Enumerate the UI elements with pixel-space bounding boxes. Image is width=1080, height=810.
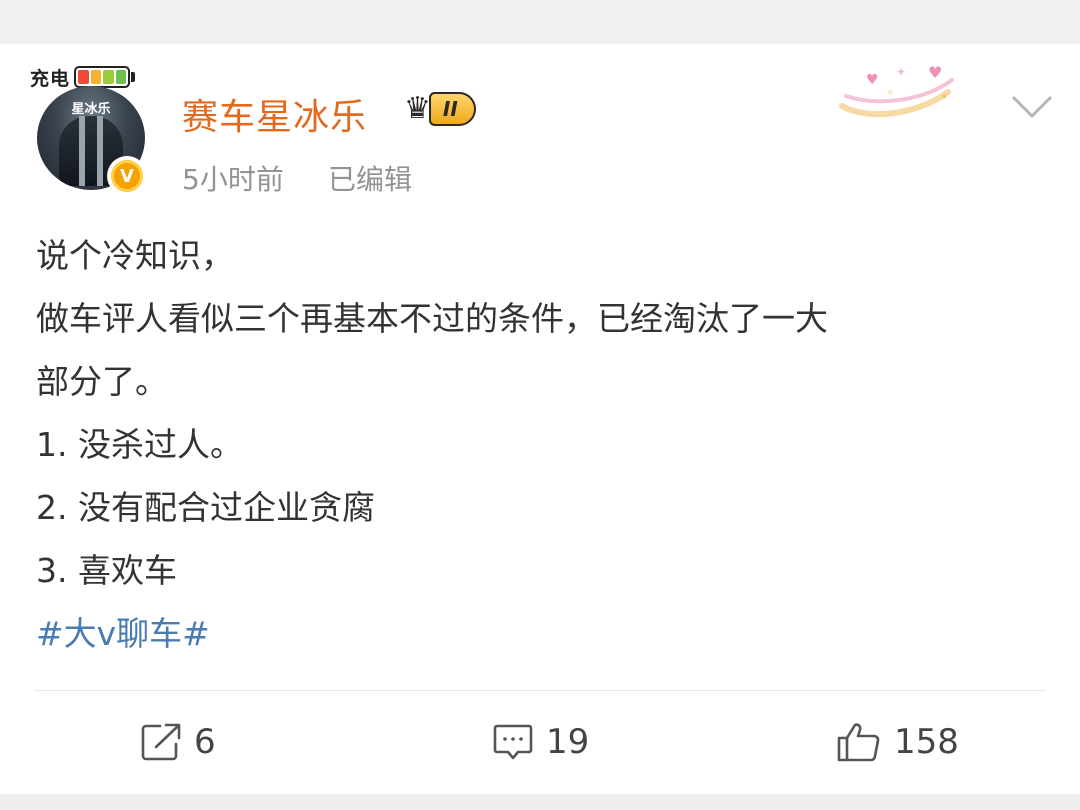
- svg-text:✦: ✦: [896, 65, 906, 79]
- chevron-down-icon[interactable]: [1010, 92, 1054, 124]
- post-time: 5小时前: [182, 163, 284, 196]
- post-content: 说个冷知识， 做车评人看似三个再基本不过的条件，已经淘汰了一大 部分了。 1. …: [36, 224, 1046, 665]
- like-icon: [837, 723, 880, 762]
- verified-icon: V: [107, 156, 147, 196]
- divider: [34, 690, 1046, 691]
- post-line: 部分了。: [36, 362, 168, 401]
- bottom-strip: [0, 794, 1080, 810]
- like-button[interactable]: 158: [836, 718, 959, 766]
- svg-text:♥: ♥: [928, 63, 942, 82]
- vip-badge[interactable]: ♛ II: [404, 92, 476, 126]
- hashtag-link[interactable]: #大v聊车#: [36, 602, 1046, 665]
- like-count: 158: [894, 722, 959, 762]
- sparkle-decoration: ♥ ✦ ♥ ✧ ✦: [839, 63, 954, 118]
- post-line: 1. 没杀过人。: [36, 425, 243, 464]
- edited-label[interactable]: 已编辑: [328, 158, 412, 198]
- battery-tip: [131, 72, 136, 82]
- comment-count: 19: [546, 722, 590, 762]
- post-line: 3. 喜欢车: [36, 551, 177, 590]
- svg-text:♥: ♥: [866, 72, 879, 88]
- battery-icon: [74, 66, 131, 88]
- verified-mark: V: [111, 160, 143, 192]
- post-line: 2. 没有配合过企业贪腐: [36, 488, 375, 527]
- comment-icon: [493, 724, 533, 760]
- svg-text:✦: ✦: [940, 92, 948, 103]
- share-count: 6: [194, 722, 216, 762]
- share-button[interactable]: 6: [140, 718, 216, 766]
- vip-level: II: [428, 92, 476, 126]
- charging-label: 充电: [30, 67, 71, 90]
- post-line: 做车评人看似三个再基本不过的条件，已经淘汰了一大: [36, 299, 828, 338]
- post-line: 说个冷知识，: [36, 236, 234, 275]
- username[interactable]: 赛车星冰乐: [182, 88, 367, 140]
- crown-icon: ♛: [404, 91, 431, 126]
- share-icon: [141, 723, 181, 761]
- comment-button[interactable]: 19: [492, 718, 589, 766]
- avatar-label: 星冰乐: [71, 102, 111, 117]
- svg-text:✧: ✧: [886, 88, 894, 99]
